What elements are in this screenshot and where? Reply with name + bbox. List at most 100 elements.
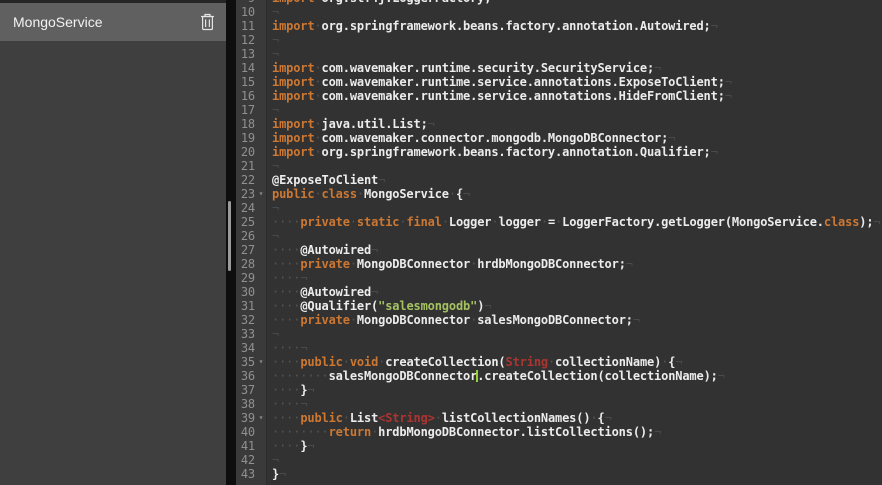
- line-number[interactable]: 35: [236, 355, 255, 369]
- code-line[interactable]: 40········return·hrdbMongoDBConnector.li…: [236, 425, 882, 439]
- code-line-text: ¬: [267, 201, 279, 215]
- line-number[interactable]: 10: [236, 5, 255, 19]
- code-line[interactable]: 21¬: [236, 159, 882, 173]
- fold-arrow-icon[interactable]: ▾: [255, 187, 267, 201]
- code-line[interactable]: 28····private·MongoDBConnector·hrdbMongo…: [236, 257, 882, 271]
- line-number[interactable]: 25: [236, 215, 255, 229]
- line-number[interactable]: 30: [236, 285, 255, 299]
- code-token: "salesmongodb": [378, 299, 477, 313]
- fold-gutter-space: [255, 243, 267, 257]
- whitespace-dots: ····: [272, 313, 300, 327]
- line-number[interactable]: 22: [236, 173, 255, 187]
- code-line[interactable]: 30····@Autowired¬: [236, 285, 882, 299]
- line-number[interactable]: 34: [236, 341, 255, 355]
- code-line[interactable]: 10¬: [236, 5, 882, 19]
- code-line[interactable]: 25····private·static·final·Logger·logger…: [236, 215, 882, 229]
- eol-marker: ¬: [279, 467, 286, 481]
- line-number[interactable]: 26: [236, 229, 255, 243]
- code-line[interactable]: 19import·com.wavemaker.connector.mongodb…: [236, 131, 882, 145]
- code-line[interactable]: 12¬: [236, 33, 882, 47]
- line-number[interactable]: 20: [236, 145, 255, 159]
- line-number[interactable]: 33: [236, 327, 255, 341]
- line-number[interactable]: 29: [236, 271, 255, 285]
- code-line[interactable]: 24 ¬: [236, 201, 882, 215]
- line-number[interactable]: 12: [236, 33, 255, 47]
- delete-service-button[interactable]: [194, 9, 220, 35]
- line-number[interactable]: 41: [236, 439, 255, 453]
- code-line[interactable]: 14import·com.wavemaker.runtime.security.…: [236, 61, 882, 75]
- line-number[interactable]: 36: [236, 369, 255, 383]
- code-line[interactable]: 26 ¬: [236, 229, 882, 243]
- code-line-text: ¬: [267, 229, 279, 243]
- code-editor[interactable]: 9import·org.slf4j.LoggerFactory;¬10¬11im…: [236, 0, 882, 485]
- code-line[interactable]: 36 ········salesMongoDBConnector.createCo…: [236, 369, 882, 383]
- fold-gutter-space: [255, 299, 267, 313]
- code-line[interactable]: 37····}¬: [236, 383, 882, 397]
- fold-arrow-icon[interactable]: ▾: [255, 355, 267, 369]
- line-number[interactable]: 11: [236, 19, 255, 33]
- line-number[interactable]: 32: [236, 313, 255, 327]
- code-line-text: ····¬: [267, 271, 307, 285]
- line-number[interactable]: 13: [236, 47, 255, 61]
- whitespace-dots: ·: [314, 145, 321, 159]
- code-line-text: ········salesMongoDBConnector.createColl…: [267, 369, 725, 383]
- line-number[interactable]: 19: [236, 131, 255, 145]
- fold-gutter-space: [255, 439, 267, 453]
- line-number[interactable]: 39: [236, 411, 255, 425]
- sidebar-item-mongoservice[interactable]: MongoService: [0, 3, 226, 41]
- whitespace-dots: ·: [343, 355, 350, 369]
- line-number[interactable]: 40: [236, 425, 255, 439]
- line-number[interactable]: 27: [236, 243, 255, 257]
- eol-marker: ¬: [675, 355, 682, 369]
- code-line[interactable]: 34····¬: [236, 341, 882, 355]
- code-line[interactable]: 15import·com.wavemaker.runtime.service.a…: [236, 75, 882, 89]
- code-line[interactable]: 32····private·MongoDBConnector·salesMong…: [236, 313, 882, 327]
- code-line[interactable]: 39▾····public·List<String>·listCollectio…: [236, 411, 882, 425]
- line-number[interactable]: 38: [236, 397, 255, 411]
- code-line-text: ¬: [267, 47, 279, 61]
- line-number[interactable]: 21: [236, 159, 255, 173]
- code-line[interactable]: 20import·org.springframework.beans.facto…: [236, 145, 882, 159]
- code-line[interactable]: 33¬: [236, 327, 882, 341]
- code-token: @Autowired: [300, 285, 371, 299]
- line-number[interactable]: 24: [236, 201, 255, 215]
- line-number[interactable]: 18: [236, 117, 255, 131]
- whitespace-dots: ·: [548, 355, 555, 369]
- eol-marker: ¬: [371, 243, 378, 257]
- whitespace-dots: ·: [350, 313, 357, 327]
- code-line[interactable]: 13 ¬: [236, 47, 882, 61]
- line-number[interactable]: 42: [236, 453, 255, 467]
- line-number[interactable]: 28: [236, 257, 255, 271]
- code-line-text: ····¬: [267, 397, 307, 411]
- code-line[interactable]: 22@ExposeToClient¬: [236, 173, 882, 187]
- code-line[interactable]: 31····@Qualifier("salesmongodb")¬: [236, 299, 882, 313]
- line-number[interactable]: 31: [236, 299, 255, 313]
- line-number[interactable]: 14: [236, 61, 255, 75]
- code-line[interactable]: 35▾····public·void·createCollection(Stri…: [236, 355, 882, 369]
- sidebar-splitter-scrollbar[interactable]: [226, 0, 236, 485]
- code-line[interactable]: 27····@Autowired¬: [236, 243, 882, 257]
- code-line[interactable]: 16import·com.wavemaker.runtime.service.a…: [236, 89, 882, 103]
- fold-gutter-space: [255, 341, 267, 355]
- code-line[interactable]: 42¬: [236, 453, 882, 467]
- scrollbar-thumb[interactable]: [228, 201, 231, 271]
- code-line[interactable]: 18import·java.util.List;¬: [236, 117, 882, 131]
- code-token: class: [824, 215, 859, 229]
- code-line[interactable]: 43}¬: [236, 467, 882, 481]
- code-line[interactable]: 29 ····¬: [236, 271, 882, 285]
- code-line[interactable]: 41····}¬: [236, 439, 882, 453]
- code-token: org.springframework.beans.factory.annota…: [322, 145, 711, 159]
- fold-gutter-space: [255, 285, 267, 299]
- fold-arrow-icon[interactable]: ▾: [255, 411, 267, 425]
- code-line[interactable]: 17¬: [236, 103, 882, 117]
- code-line[interactable]: 11import·org.springframework.beans.facto…: [236, 19, 882, 33]
- code-line[interactable]: 38 ····¬: [236, 397, 882, 411]
- line-number[interactable]: 15: [236, 75, 255, 89]
- code-token: public: [272, 187, 314, 201]
- line-number[interactable]: 17: [236, 103, 255, 117]
- line-number[interactable]: 16: [236, 89, 255, 103]
- line-number[interactable]: 37: [236, 383, 255, 397]
- code-line[interactable]: 23▾public·class·MongoService·{¬: [236, 187, 882, 201]
- line-number[interactable]: 23: [236, 187, 255, 201]
- line-number[interactable]: 43: [236, 467, 255, 481]
